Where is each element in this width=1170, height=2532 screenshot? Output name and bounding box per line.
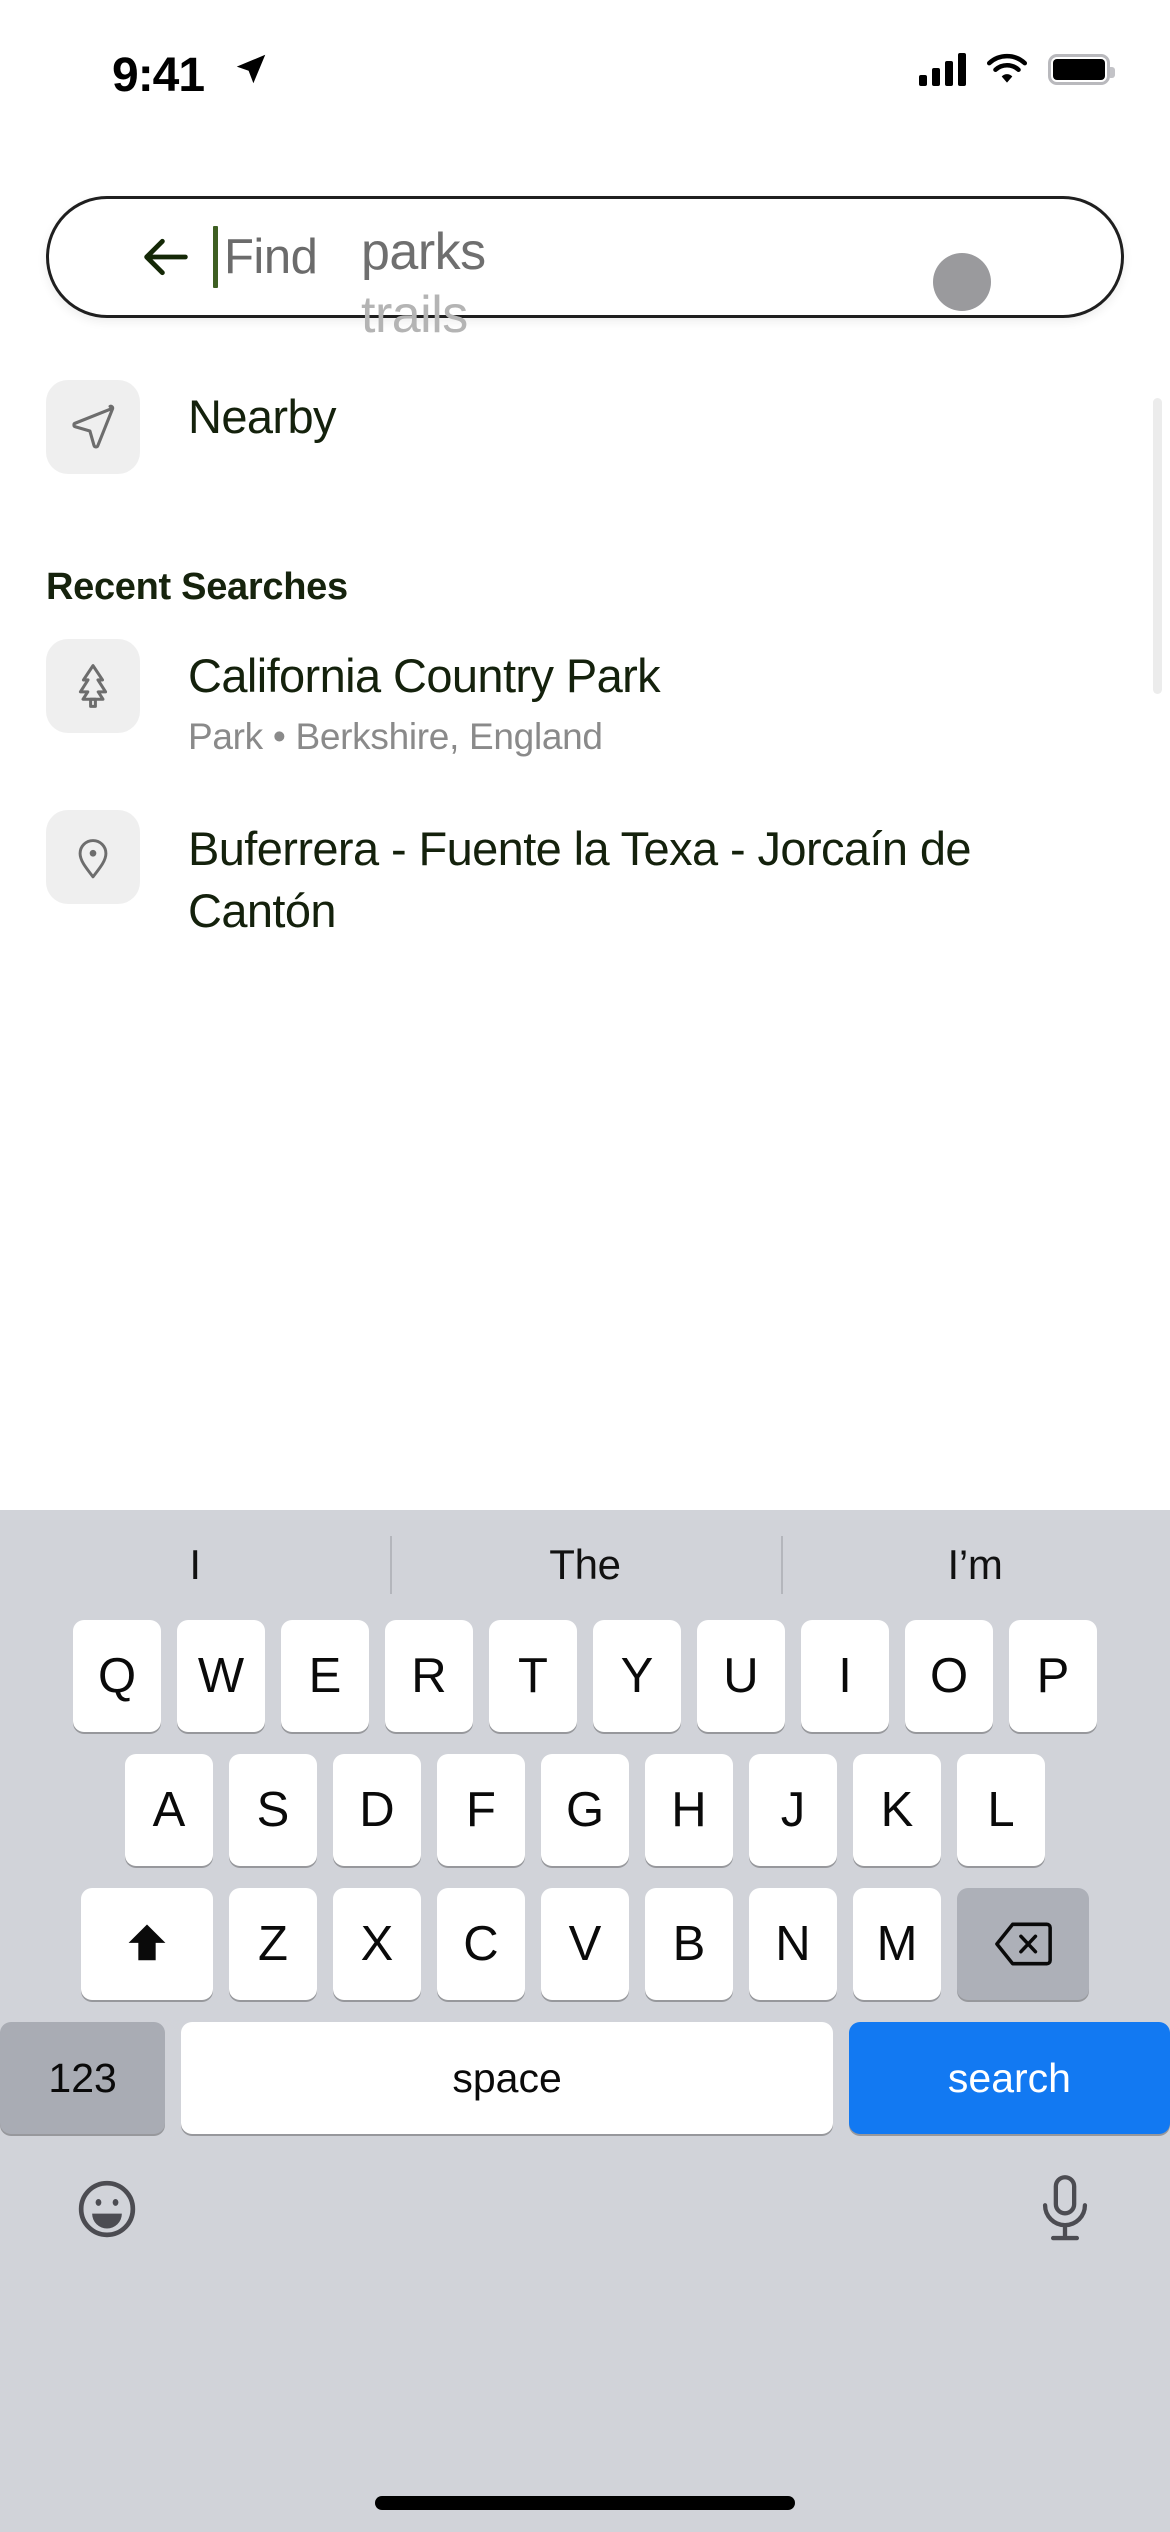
cellular-signal-icon [919, 52, 966, 86]
recent-search-subtitle: Park • Berkshire, England [188, 715, 603, 757]
keyboard-bottom-row [0, 2156, 1170, 2249]
user-avatar[interactable] [933, 253, 991, 311]
key-c[interactable]: C [437, 1888, 525, 2000]
nearby-text: Nearby [188, 380, 337, 447]
key-y[interactable]: Y [593, 1620, 681, 1732]
key-j[interactable]: J [749, 1754, 837, 1866]
navigation-arrow-icon [46, 380, 140, 474]
recent-search-title: Buferrera - Fuente la Texa - Jorcaín de … [188, 821, 972, 937]
key-g[interactable]: G [541, 1754, 629, 1866]
search-placeholder-rotator: parks trails [361, 196, 781, 344]
key-e[interactable]: E [281, 1620, 369, 1732]
recent-search-title: California Country Park [188, 649, 661, 702]
suggestion-item[interactable]: I [0, 1541, 390, 1589]
key-o[interactable]: O [905, 1620, 993, 1732]
key-t[interactable]: T [489, 1620, 577, 1732]
microphone-icon[interactable] [1034, 2174, 1096, 2249]
key-r[interactable]: R [385, 1620, 473, 1732]
suggestion-divider [390, 1536, 392, 1594]
phone-screen: 9:41 Find parks trails Nearby Recent Sea… [0, 0, 1170, 2532]
key-f[interactable]: F [437, 1754, 525, 1866]
placeholder-top: parks [361, 223, 486, 281]
search-suggestions-list: Nearby Recent Searches California Countr… [0, 380, 1170, 960]
tree-icon [46, 639, 140, 733]
status-bar: 9:41 [0, 0, 1170, 120]
recent-search-text: Buferrera - Fuente la Texa - Jorcaín de … [188, 810, 1008, 942]
key-b[interactable]: B [645, 1888, 733, 2000]
search-bar[interactable]: Find parks trails [46, 196, 1124, 344]
suggestion-item[interactable]: The [390, 1541, 780, 1589]
key-v[interactable]: V [541, 1888, 629, 2000]
suggestion-bar: I The I’m [0, 1510, 1170, 1620]
search-key[interactable]: search [848, 2022, 1170, 2134]
key-s[interactable]: S [229, 1754, 317, 1866]
key-a[interactable]: A [125, 1754, 213, 1866]
recent-search-row[interactable]: Buferrera - Fuente la Texa - Jorcaín de … [0, 809, 1170, 942]
key-w[interactable]: W [177, 1620, 265, 1732]
key-m[interactable]: M [853, 1888, 941, 2000]
backspace-icon[interactable] [957, 1888, 1089, 2000]
key-n[interactable]: N [749, 1888, 837, 2000]
key-h[interactable]: H [645, 1754, 733, 1866]
suggestion-divider [781, 1536, 783, 1594]
emoji-icon[interactable] [74, 2176, 140, 2247]
nearby-label: Nearby [188, 390, 337, 443]
keyboard-row-3: Z X C V B N M [0, 1888, 1170, 2000]
key-k[interactable]: K [853, 1754, 941, 1866]
placeholder-bottom: trails [361, 286, 468, 344]
search-input[interactable]: Find parks trails [224, 196, 1121, 344]
suggestion-item[interactable]: I’m [780, 1541, 1170, 1589]
key-q[interactable]: Q [73, 1620, 161, 1732]
text-cursor [213, 226, 218, 288]
back-arrow-icon[interactable] [123, 228, 209, 286]
space-key[interactable]: space [181, 2022, 833, 2134]
key-p[interactable]: P [1009, 1620, 1097, 1732]
recent-search-row[interactable]: California Country Park Park • Berkshire… [0, 639, 1170, 758]
recent-searches-heading: Recent Searches [46, 566, 348, 608]
map-pin-icon [46, 809, 140, 904]
key-i[interactable]: I [801, 1620, 889, 1732]
key-x[interactable]: X [333, 1888, 421, 2000]
numbers-key[interactable]: 123 [0, 2022, 166, 2134]
recent-search-text: California Country Park Park • Berkshire… [188, 639, 661, 758]
on-screen-keyboard: I The I’m Q W E R T Y U I O P A S D F G … [0, 1510, 1170, 2532]
keyboard-row-2: A S D F G H J K L [0, 1754, 1170, 1866]
shift-icon[interactable] [81, 1888, 213, 2000]
status-time: 9:41 [112, 49, 205, 102]
home-indicator [375, 2496, 795, 2510]
keyboard-row-1: Q W E R T Y U I O P [0, 1620, 1170, 1732]
search-typed-text: Find [224, 230, 318, 284]
key-z[interactable]: Z [229, 1888, 317, 2000]
battery-icon [1048, 53, 1115, 85]
status-indicators [919, 52, 1115, 86]
nearby-row[interactable]: Nearby [0, 380, 1170, 474]
key-l[interactable]: L [957, 1754, 1045, 1866]
location-arrow-icon [232, 50, 270, 93]
keyboard-row-4: 123 space search [0, 2022, 1170, 2134]
key-u[interactable]: U [697, 1620, 785, 1732]
key-d[interactable]: D [333, 1754, 421, 1866]
wifi-icon [986, 53, 1028, 83]
